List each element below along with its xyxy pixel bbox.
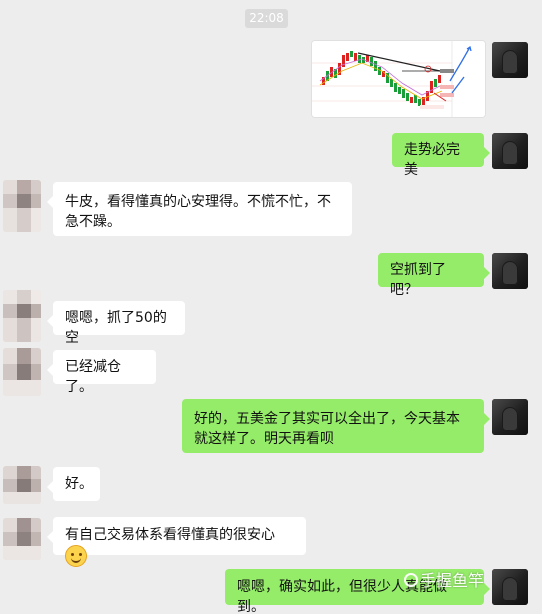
candlestick-chart-thumbnail [312, 41, 485, 117]
message-bubble-other[interactable]: 已经减仓了。 [47, 350, 156, 395]
message-text: 已经减仓了。 [65, 359, 121, 395]
message-text: 牛皮，看得懂真的心安理得。不慌不忙，不急不躁。 [65, 194, 331, 230]
timestamp: 22:08 [245, 9, 288, 28]
avatar-self[interactable] [492, 133, 528, 169]
avatar-self[interactable] [492, 42, 528, 78]
watermark-text: 手握鱼竿 [420, 571, 485, 590]
message-text: 有自己交易体系看得懂真的很安心 [65, 527, 275, 543]
message-bubble-self[interactable]: 走势必完美 [392, 133, 490, 178]
message-bubble-other[interactable]: 嗯嗯，抓了50的空 [47, 301, 185, 346]
message-text: 好的，五美金了其实可以全出了，今天基本就这样了。明天再看呗 [194, 411, 460, 447]
watermark: 手握鱼竿 [404, 567, 484, 591]
avatar-other[interactable] [3, 180, 41, 232]
avatar-self[interactable] [492, 569, 528, 605]
avatar-other[interactable] [3, 466, 41, 504]
at-icon [404, 573, 418, 587]
message-bubble-other[interactable]: 好。 [47, 467, 100, 501]
message-text: 嗯嗯，抓了50的空 [65, 310, 167, 346]
chart-image-message[interactable] [311, 40, 486, 118]
avatar-other[interactable] [3, 518, 41, 560]
message-bubble-other[interactable]: 牛皮，看得懂真的心安理得。不慌不忙，不急不躁。 [47, 182, 352, 236]
message-bubble-other[interactable]: 有自己交易体系看得懂真的很安心 [47, 517, 306, 567]
avatar-other[interactable] [3, 348, 41, 396]
message-bubble-self[interactable]: 好的，五美金了其实可以全出了，今天基本就这样了。明天再看呗 [182, 399, 490, 453]
avatar-self[interactable] [492, 253, 528, 289]
smile-emoji-icon [65, 545, 87, 567]
avatar-self[interactable] [492, 399, 528, 435]
message-text: 走势必完美 [404, 142, 460, 178]
message-text: 好。 [65, 476, 93, 492]
avatar-other[interactable] [3, 290, 41, 342]
message-text: 空抓到了吧？ [390, 262, 446, 298]
message-bubble-self[interactable]: 空抓到了吧？ [378, 253, 490, 298]
